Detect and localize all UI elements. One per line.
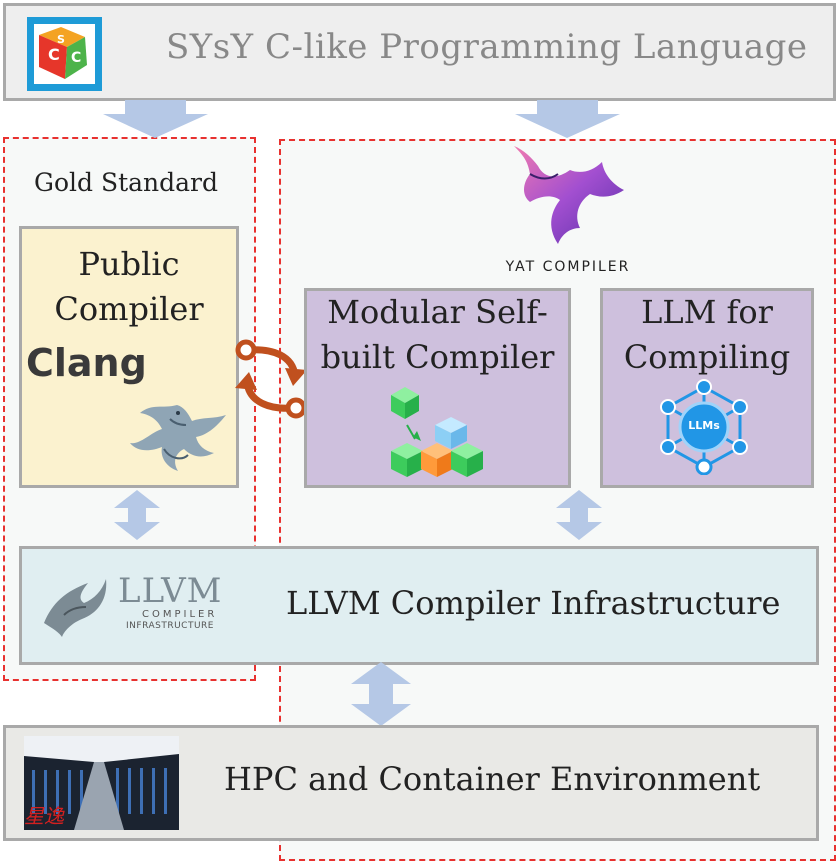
dragon-icon — [122, 399, 232, 479]
down-arrow-left-icon — [103, 100, 208, 138]
header-title: SYsY C-like Programming Language — [166, 27, 808, 67]
public-compiler-box: Public Compiler Clang — [19, 226, 239, 488]
llvm-logo-main: LLVM — [118, 571, 223, 611]
yat-logo-text: YAT COMPILER — [505, 259, 631, 275]
llvm-infrastructure-title: LLVM Compiler Infrastructure — [286, 584, 781, 622]
llm-compiling-box: LLM for Compiling LLMs — [600, 288, 814, 488]
double-arrow-bottom-icon — [351, 662, 411, 726]
modular-label-line1: Modular Self- — [327, 293, 548, 331]
llm-label-line1: LLM for — [641, 293, 773, 331]
supercomputer-photo: 星逸 — [24, 736, 179, 830]
svg-text:C: C — [48, 45, 60, 64]
double-arrow-left-icon — [114, 490, 160, 540]
llm-network-icon: LLMs — [658, 379, 750, 475]
double-arrow-right-icon — [556, 490, 602, 540]
swap-arrows-icon — [233, 338, 309, 420]
modular-cubes-icon — [387, 385, 487, 481]
public-label: Public — [78, 245, 180, 283]
hpc-environment-title: HPC and Container Environment — [224, 760, 761, 798]
compiler-label: Compiler — [54, 290, 204, 328]
modular-compiler-box: Modular Self- built Compiler — [304, 288, 571, 488]
llm-badge-label: LLMs — [688, 419, 720, 432]
llvm-logo-sub2: INFRASTRUCTURE — [126, 621, 214, 631]
svg-text:S: S — [57, 33, 65, 46]
header-bar: C C S SYsY C-like Programming Language — [3, 3, 836, 101]
llvm-logo-sub1: COMPILER — [142, 609, 218, 620]
hpc-stamp-text: 星逸 — [24, 804, 64, 828]
llvm-infrastructure-box: LLVM COMPILER INFRASTRUCTURE LLVM Compil… — [19, 546, 819, 665]
svg-text:C: C — [71, 50, 81, 66]
gold-standard-label: Gold Standard — [34, 168, 219, 197]
hpc-environment-box: 星逸 HPC and Container Environment — [3, 725, 819, 841]
llvm-logo-icon — [40, 573, 110, 639]
yat-dragon-logo-icon — [500, 140, 630, 260]
clang-label: Clang — [26, 341, 147, 385]
llm-label-line2: Compiling — [623, 338, 791, 376]
modular-label-line2: built Compiler — [320, 338, 555, 376]
sysy-logo-icon: C C S — [27, 17, 102, 91]
down-arrow-right-icon — [515, 100, 620, 138]
